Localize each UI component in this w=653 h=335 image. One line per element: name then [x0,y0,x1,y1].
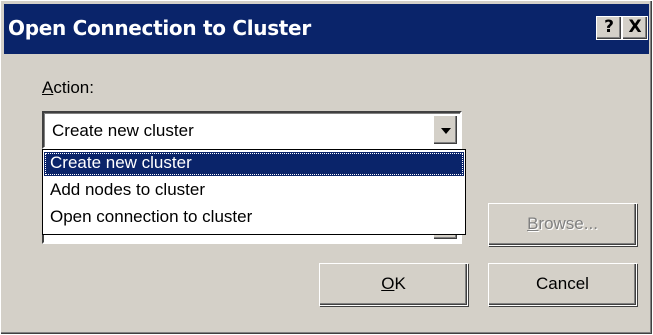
action-label-accel: A [42,78,54,97]
action-dropdown-list: Create new cluster Add nodes to cluster … [42,149,466,235]
dropdown-option[interactable]: Create new cluster [44,152,464,176]
action-combobox[interactable]: Create new cluster [42,111,462,149]
cancel-button[interactable]: Cancel [488,263,637,306]
action-combobox-value: Create new cluster [52,121,194,140]
ok-accel: O [381,274,395,293]
title-bar[interactable]: Open Connection to Cluster ? X [4,4,649,54]
action-label: Action: [42,78,94,98]
action-label-rest: ction: [53,78,94,97]
dropdown-option[interactable]: Open connection to cluster [44,206,464,230]
close-button[interactable]: X [622,16,648,40]
ok-button[interactable]: OK [319,263,468,306]
browse-accel: B [527,214,539,233]
dropdown-arrow-icon[interactable] [433,115,458,145]
help-button[interactable]: ? [596,16,622,40]
dropdown-option[interactable]: Add nodes to cluster [44,179,464,203]
open-connection-dialog: Open Connection to Cluster ? X Action: C… [0,0,653,335]
browse-rest: rowse... [538,214,598,233]
dialog-title: Open Connection to Cluster [8,16,311,40]
ok-rest: K [394,274,406,293]
browse-button[interactable]: Browse... [488,203,637,246]
